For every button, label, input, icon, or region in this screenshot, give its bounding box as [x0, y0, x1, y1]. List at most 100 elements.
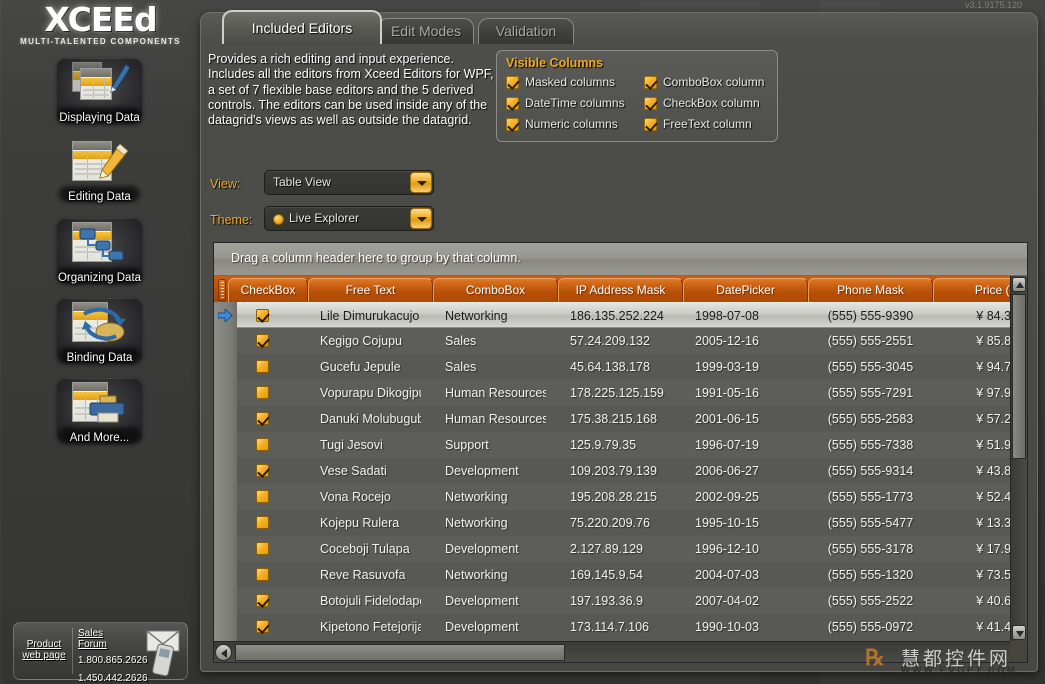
cell-price[interactable]: ¥ 17.91: [933, 536, 1010, 562]
checkbox-datetime-columns[interactable]: DateTime columns: [506, 96, 625, 110]
cell-date[interactable]: 2004-07-03: [683, 562, 796, 588]
table-row[interactable]: Tugi Jesovi Support 125.9.79.35 1996-07-19 (…: [237, 432, 1010, 458]
cell-checkbox[interactable]: [228, 484, 308, 510]
checkbox-checked-icon[interactable]: [256, 594, 269, 607]
cell-checkbox[interactable]: [228, 432, 308, 458]
cell-freetext[interactable]: Vese Sadati: [308, 458, 421, 484]
cell-checkbox[interactable]: [228, 406, 308, 432]
cell-price[interactable]: ¥ 43.81: [933, 458, 1010, 484]
cell-date[interactable]: 2002-09-25: [683, 484, 796, 510]
cell-phone[interactable]: (555) 555-3045: [808, 354, 933, 380]
cell-combobox[interactable]: Development: [433, 588, 546, 614]
column-header-phone-mask[interactable]: Phone Mask: [808, 278, 933, 302]
tab-validation[interactable]: Validation: [478, 18, 574, 44]
table-row[interactable]: Vese Sadati Development 109.203.79.139 2006…: [237, 458, 1010, 484]
cell-price[interactable]: ¥ 85.89: [933, 328, 1010, 354]
table-row[interactable]: Lile Dimurukacujo Networking 186.135.252.2…: [237, 302, 1010, 328]
checkbox-masked-columns[interactable]: Masked columns: [506, 75, 615, 89]
cell-ipmask[interactable]: 175.38.215.168: [558, 406, 671, 432]
cell-price[interactable]: ¥ 57.25: [933, 406, 1010, 432]
cell-ipmask[interactable]: 109.203.79.139: [558, 458, 671, 484]
cell-date[interactable]: 2001-06-15: [683, 406, 796, 432]
cell-date[interactable]: 1990-10-03: [683, 614, 796, 640]
cell-checkbox[interactable]: [228, 536, 308, 562]
cell-ipmask[interactable]: 197.193.36.9: [558, 588, 671, 614]
checkbox-checkbox-column[interactable]: CheckBox column: [644, 96, 760, 110]
table-row[interactable]: Vopurapu Dikogipu Human Resources 178.225.…: [237, 380, 1010, 406]
product-web-page-link[interactable]: Product web page: [18, 639, 70, 661]
cell-price[interactable]: ¥ 84.36: [933, 303, 1010, 329]
cell-phone[interactable]: (555) 555-3178: [808, 536, 933, 562]
cell-freetext[interactable]: Botojuli Fidelodape...: [308, 588, 421, 614]
cell-freetext[interactable]: Vopurapu Dikogipu: [308, 380, 421, 406]
cell-checkbox[interactable]: [228, 303, 308, 329]
sidebar-item-and-more[interactable]: And More...: [57, 378, 142, 444]
cell-checkbox[interactable]: [228, 614, 308, 640]
checkbox-freetext-column[interactable]: FreeText column: [644, 117, 752, 131]
cell-freetext[interactable]: Tugi Jesovi: [308, 432, 421, 458]
cell-price[interactable]: ¥ 52.46: [933, 484, 1010, 510]
scroll-up-button[interactable]: [1012, 277, 1026, 292]
cell-freetext[interactable]: Gucefu Jepule: [308, 354, 421, 380]
cell-combobox[interactable]: Networking: [433, 484, 546, 510]
checkbox-checked-icon[interactable]: [256, 464, 269, 477]
cell-phone[interactable]: (555) 555-5477: [808, 510, 933, 536]
cell-price[interactable]: ¥ 73.54: [933, 562, 1010, 588]
column-header-combobox[interactable]: ComboBox: [433, 278, 558, 302]
cell-combobox[interactable]: Sales: [433, 328, 546, 354]
checkbox-unchecked-icon[interactable]: [256, 516, 269, 529]
table-row[interactable]: Danuki Molubugubi Human Resources 175.38.2…: [237, 406, 1010, 432]
cell-price[interactable]: ¥ 94.75: [933, 354, 1010, 380]
table-row[interactable]: Kegigo Cojupu Sales 57.24.209.132 2005-12-1…: [237, 328, 1010, 354]
cell-freetext[interactable]: Kipetono Fetejorija: [308, 614, 421, 640]
cell-ipmask[interactable]: 178.225.125.159: [558, 380, 671, 406]
chevron-down-icon[interactable]: [410, 172, 432, 193]
cell-combobox[interactable]: Development: [433, 536, 546, 562]
table-row[interactable]: Kojepu Rulera Networking 75.220.209.76 1995…: [237, 510, 1010, 536]
table-row[interactable]: Botojuli Fidelodape... Development 197.193…: [237, 588, 1010, 614]
theme-select[interactable]: Live Explorer: [264, 206, 434, 231]
cell-checkbox[interactable]: [228, 458, 308, 484]
checkbox-checked-icon[interactable]: [256, 309, 269, 322]
cell-phone[interactable]: (555) 555-1773: [808, 484, 933, 510]
cell-price[interactable]: ¥ 13.36: [933, 510, 1010, 536]
cell-combobox[interactable]: Support: [433, 432, 546, 458]
cell-ipmask[interactable]: 173.114.7.106: [558, 614, 671, 640]
cell-phone[interactable]: (555) 555-2522: [808, 588, 933, 614]
vertical-scroll-thumb[interactable]: [1012, 294, 1026, 459]
cell-combobox[interactable]: Networking: [433, 562, 546, 588]
sidebar-item-editing-data[interactable]: Editing Data: [57, 137, 142, 203]
cell-date[interactable]: 1996-07-19: [683, 432, 796, 458]
cell-price[interactable]: ¥ 41.45: [933, 614, 1010, 640]
cell-freetext[interactable]: Reve Rasuvofa: [308, 562, 421, 588]
table-row[interactable]: Gucefu Jepule Sales 45.64.138.178 1999-03-1…: [237, 354, 1010, 380]
vertical-scrollbar[interactable]: [1010, 276, 1027, 641]
cell-combobox[interactable]: Sales: [433, 354, 546, 380]
cell-price[interactable]: ¥ 97.94: [933, 380, 1010, 406]
cell-date[interactable]: 1999-03-19: [683, 354, 796, 380]
checkbox-unchecked-icon[interactable]: [256, 490, 269, 503]
cell-freetext[interactable]: Coceboji Tulapa: [308, 536, 421, 562]
cell-phone[interactable]: (555) 555-9314: [808, 458, 933, 484]
cell-ipmask[interactable]: 75.220.209.76: [558, 510, 671, 536]
cell-date[interactable]: 2005-12-16: [683, 328, 796, 354]
checkbox-unchecked-icon[interactable]: [256, 386, 269, 399]
column-header-freetext[interactable]: Free Text: [308, 278, 433, 302]
cell-price[interactable]: ¥ 51.99: [933, 432, 1010, 458]
cell-checkbox[interactable]: [228, 562, 308, 588]
checkbox-numeric-columns[interactable]: Numeric columns: [506, 117, 618, 131]
cell-phone[interactable]: (555) 555-7338: [808, 432, 933, 458]
cell-price[interactable]: ¥ 40.64: [933, 588, 1010, 614]
sidebar-item-organizing-data[interactable]: Organizing Data: [57, 218, 142, 284]
table-row[interactable]: Reve Rasuvofa Networking 169.145.9.54 2004-…: [237, 562, 1010, 588]
cell-combobox[interactable]: Networking: [433, 510, 546, 536]
checkbox-unchecked-icon[interactable]: [256, 360, 269, 373]
cell-date[interactable]: 1996-12-10: [683, 536, 796, 562]
cell-freetext[interactable]: Kegigo Cojupu: [308, 328, 421, 354]
checkbox-combobox-column[interactable]: ComboBox column: [644, 75, 764, 89]
cell-checkbox[interactable]: [228, 328, 308, 354]
tab-included-editors[interactable]: Included Editors: [222, 10, 382, 44]
checkbox-unchecked-icon[interactable]: [256, 568, 269, 581]
checkbox-unchecked-icon[interactable]: [256, 438, 269, 451]
cell-freetext[interactable]: Vona Rocejo: [308, 484, 421, 510]
